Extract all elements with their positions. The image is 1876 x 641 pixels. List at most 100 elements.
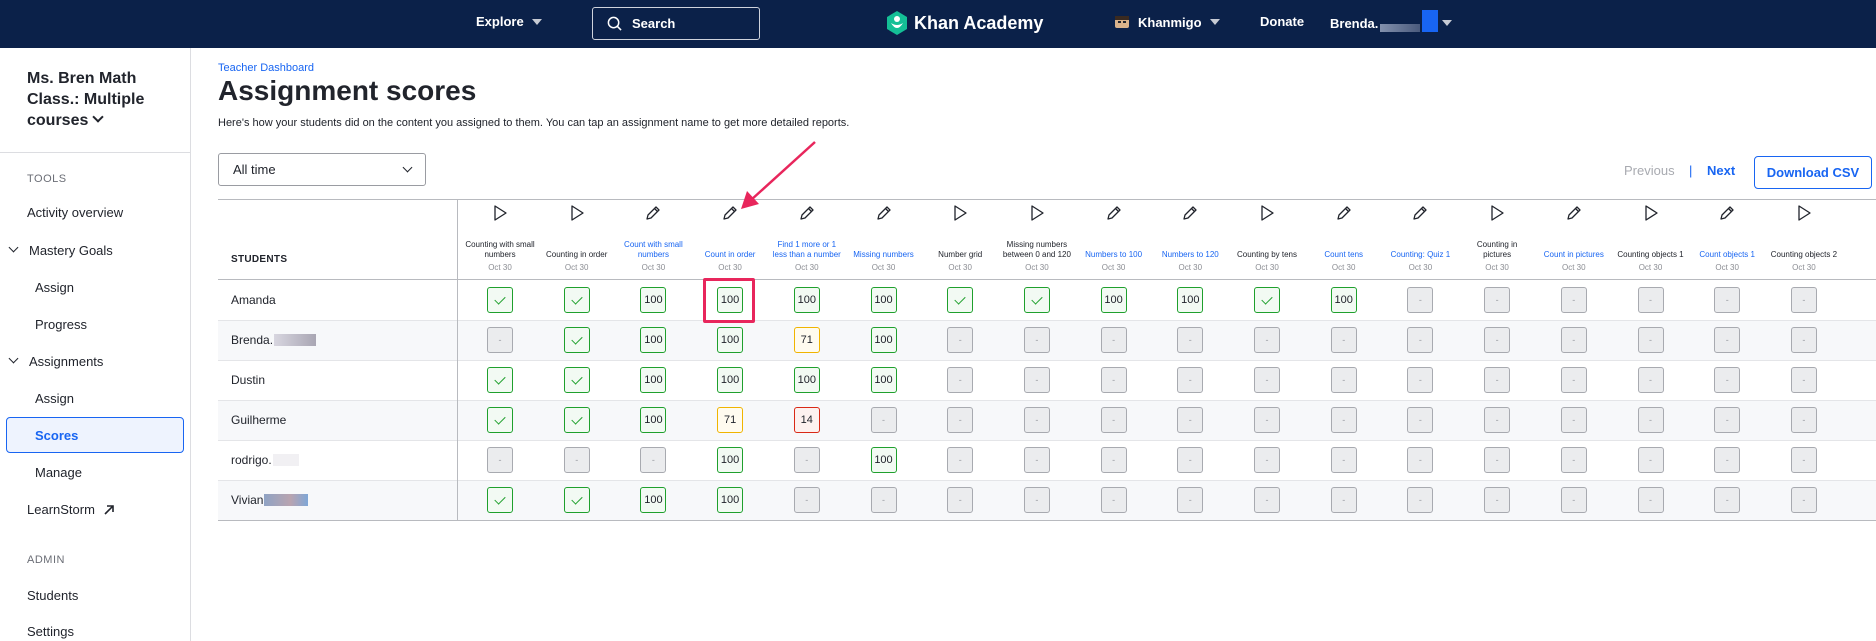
score-cell[interactable]: 71 — [793, 327, 820, 353]
assignment-column-header[interactable]: Find 1 more or 1 less than a number Oct 3… — [772, 204, 842, 272]
sidebar-item-learnstorm[interactable]: LearnStorm — [27, 502, 115, 517]
search-input[interactable]: Search — [592, 7, 760, 40]
score-cell-not-started[interactable]: - — [1560, 367, 1587, 393]
score-cell-not-started[interactable]: - — [1790, 487, 1817, 513]
score-cell-not-started[interactable]: - — [1714, 327, 1741, 353]
score-cell-not-started[interactable]: - — [1100, 407, 1127, 433]
score-cell-not-started[interactable]: - — [1484, 367, 1511, 393]
score-cell-not-started[interactable]: - — [1254, 487, 1280, 513]
score-cell-not-started[interactable]: - — [1407, 447, 1434, 473]
score-cell-not-started[interactable]: - — [1714, 407, 1741, 433]
score-cell-complete[interactable] — [1023, 287, 1050, 313]
assignment-name[interactable]: Numbers to 100 — [1085, 230, 1142, 260]
score-cell-complete[interactable] — [563, 407, 590, 433]
score-cell-complete[interactable] — [563, 287, 590, 313]
score-cell-not-started[interactable]: - — [947, 487, 974, 513]
assignment-column-header[interactable]: Missing numbers Oct 30 — [849, 204, 919, 272]
score-cell-not-started[interactable]: - — [1407, 287, 1434, 313]
score-cell-not-started[interactable]: - — [1407, 407, 1434, 433]
score-cell-not-started[interactable]: - — [1637, 407, 1664, 433]
score-cell-not-started[interactable]: - — [947, 407, 974, 433]
score-cell[interactable]: 14 — [793, 407, 820, 433]
score-cell[interactable]: 100 — [870, 327, 897, 353]
score-cell-not-started[interactable]: - — [1484, 327, 1511, 353]
score-cell-not-started[interactable]: - — [640, 447, 667, 473]
score-cell-not-started[interactable]: - — [1714, 447, 1741, 473]
score-cell-complete[interactable] — [487, 407, 513, 433]
score-cell-not-started[interactable]: - — [1560, 487, 1587, 513]
score-cell-complete[interactable] — [563, 487, 590, 513]
assignment-name[interactable]: Count in order — [705, 230, 756, 260]
score-cell[interactable]: 100 — [640, 327, 667, 353]
score-cell-not-started[interactable]: - — [1177, 407, 1204, 433]
score-cell-not-started[interactable]: - — [1330, 407, 1357, 433]
assignment-column-header[interactable]: Count in pictures Oct 30 — [1539, 204, 1609, 272]
score-cell-not-started[interactable]: - — [1100, 327, 1127, 353]
score-cell[interactable]: 100 — [717, 447, 744, 473]
sidebar-item-mastery-goals[interactable]: Mastery Goals — [8, 242, 113, 258]
score-cell-not-started[interactable]: - — [1023, 447, 1050, 473]
score-cell-not-started[interactable]: - — [1637, 287, 1664, 313]
score-cell-not-started[interactable]: - — [1177, 447, 1204, 473]
score-cell-not-started[interactable]: - — [1637, 327, 1664, 353]
score-cell[interactable]: 100 — [717, 487, 744, 513]
score-cell-not-started[interactable]: - — [947, 367, 974, 393]
score-cell-not-started[interactable]: - — [1254, 407, 1280, 433]
score-cell-not-started[interactable]: - — [1790, 287, 1817, 313]
khanmigo-menu[interactable]: Khanmigo — [1114, 14, 1220, 30]
sidebar-item-manage[interactable]: Manage — [35, 465, 82, 480]
score-cell-not-started[interactable]: - — [870, 487, 897, 513]
assignment-name[interactable]: Count tens — [1324, 230, 1363, 260]
sidebar-item-scores[interactable] — [6, 417, 184, 453]
previous-page-button[interactable]: Previous — [1624, 163, 1675, 178]
score-cell-complete[interactable] — [563, 367, 590, 393]
sidebar-item-activity-overview[interactable]: Activity overview — [27, 205, 123, 220]
score-cell[interactable]: 100 — [640, 367, 667, 393]
breadcrumb[interactable]: Teacher Dashboard — [218, 62, 314, 74]
score-cell-not-started[interactable]: - — [1714, 487, 1741, 513]
score-cell-not-started[interactable]: - — [1790, 447, 1817, 473]
score-cell-not-started[interactable]: - — [1100, 487, 1127, 513]
score-cell-not-started[interactable]: - — [1560, 447, 1587, 473]
download-csv-button[interactable]: Download CSV — [1754, 156, 1872, 189]
score-cell[interactable]: 100 — [793, 287, 820, 313]
score-cell-not-started[interactable]: - — [1790, 407, 1817, 433]
score-cell-not-started[interactable]: - — [947, 447, 974, 473]
score-cell-not-started[interactable]: - — [1254, 367, 1280, 393]
assignment-column-header[interactable]: Count tens Oct 30 — [1309, 204, 1379, 272]
score-cell-not-started[interactable]: - — [1637, 487, 1664, 513]
assignment-column-header[interactable]: Numbers to 100 Oct 30 — [1079, 204, 1149, 272]
score-cell-not-started[interactable]: - — [1023, 407, 1050, 433]
score-cell-not-started[interactable]: - — [1177, 327, 1204, 353]
score-cell-not-started[interactable]: - — [1637, 367, 1664, 393]
score-cell-complete[interactable] — [487, 287, 513, 313]
score-cell-not-started[interactable]: - — [947, 327, 974, 353]
score-cell-not-started[interactable]: - — [793, 447, 820, 473]
score-cell-not-started[interactable]: - — [1714, 367, 1741, 393]
score-cell-not-started[interactable]: - — [1330, 487, 1357, 513]
assignment-name[interactable]: Count in pictures — [1544, 230, 1604, 260]
assignment-column-header[interactable]: Numbers to 120 Oct 30 — [1155, 204, 1225, 272]
score-cell-not-started[interactable]: - — [1023, 487, 1050, 513]
assignment-name[interactable]: Counting: Quiz 1 — [1391, 230, 1451, 260]
score-cell[interactable]: 100 — [870, 287, 897, 313]
sidebar-item-assignments[interactable]: Assignments — [8, 353, 103, 369]
score-cell-not-started[interactable]: - — [1023, 367, 1050, 393]
score-cell-not-started[interactable]: - — [563, 447, 590, 473]
assignment-name[interactable]: Numbers to 120 — [1162, 230, 1219, 260]
user-menu[interactable]: Brenda. — [1330, 10, 1453, 32]
assignment-name[interactable]: Missing numbers — [853, 230, 913, 260]
score-cell-not-started[interactable]: - — [1484, 447, 1511, 473]
score-cell-not-started[interactable]: - — [1100, 367, 1127, 393]
assignment-column-header[interactable]: Count objects 1 Oct 30 — [1692, 204, 1762, 272]
score-cell-not-started[interactable]: - — [1177, 487, 1204, 513]
score-cell-not-started[interactable]: - — [1407, 487, 1434, 513]
sidebar-item-settings[interactable]: Settings — [27, 624, 74, 639]
score-cell-not-started[interactable]: - — [1407, 367, 1434, 393]
score-cell-complete[interactable] — [1254, 287, 1280, 313]
score-cell-not-started[interactable]: - — [487, 327, 513, 353]
next-page-button[interactable]: Next — [1707, 163, 1735, 178]
time-filter-select[interactable]: All time — [218, 153, 426, 186]
score-cell-not-started[interactable]: - — [1484, 287, 1511, 313]
donate-link[interactable]: Donate — [1260, 14, 1304, 29]
